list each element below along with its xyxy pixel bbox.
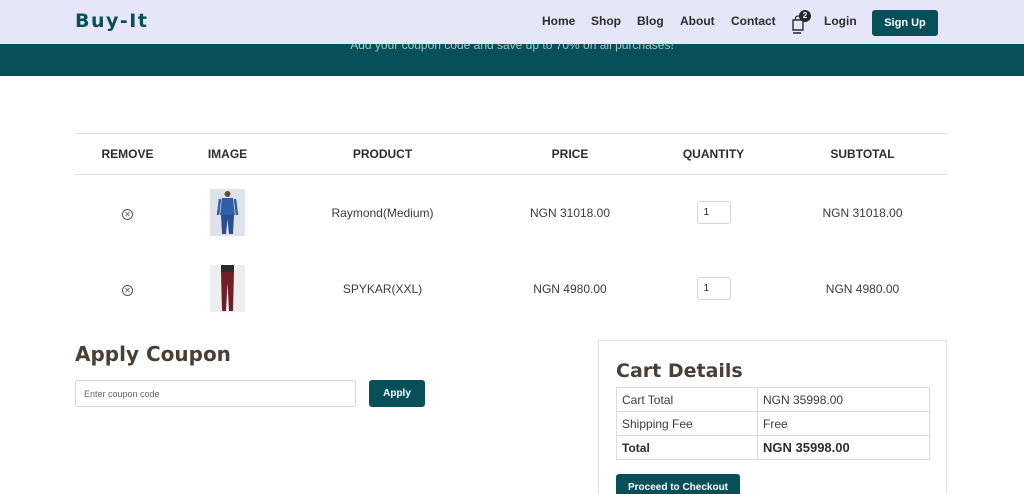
promo-banner: Add your coupon code and save up to 70% … (0, 44, 1024, 76)
product-image[interactable] (210, 265, 245, 312)
nav-link-blog[interactable]: Blog (637, 14, 664, 28)
nav-link-login[interactable]: Login (824, 14, 857, 28)
quantity-input[interactable] (696, 277, 731, 300)
nav-link-shop[interactable]: Shop (591, 14, 621, 28)
coupon-input[interactable] (75, 380, 356, 407)
header-subtotal: SUBTOTAL (777, 133, 948, 175)
cart-details-title: Cart Details (616, 360, 743, 382)
maroon-trousers-model-image (210, 265, 245, 312)
table-row: ✕ SPYKAR(XXL) NGN 4980.00 NGN 4980.00 (75, 251, 948, 327)
cart-details-table: Cart Total NGN 35998.00 Shipping Fee Fre… (616, 387, 930, 460)
product-name: Raymond(Medium) (331, 205, 434, 220)
product-subtotal: NGN 31018.00 (822, 205, 903, 220)
header-quantity: QUANTITY (650, 133, 777, 175)
nav-link-contact[interactable]: Contact (731, 14, 776, 28)
cart-total-value: NGN 35998.00 (757, 387, 930, 412)
apply-coupon-button[interactable]: Apply (369, 380, 425, 407)
circle-x-icon[interactable]: ✕ (122, 284, 133, 296)
nav-link-home[interactable]: Home (542, 14, 575, 28)
shipping-fee-row: Shipping Fee Free (616, 411, 930, 436)
remove-cell: ✕ (75, 175, 180, 251)
coupon-title: Apply Coupon (75, 342, 231, 366)
navbar: Buy-It Home Shop Blog About Contact 2 Lo… (0, 0, 1024, 44)
header-image: IMAGE (180, 133, 275, 175)
header-price: PRICE (490, 133, 650, 175)
image-cell (180, 175, 275, 251)
brand-logo[interactable]: Buy-It (75, 10, 148, 32)
shipping-fee-label: Shipping Fee (616, 411, 758, 436)
shipping-fee-value: Free (757, 411, 930, 436)
cart-details-panel: Cart Details Cart Total NGN 35998.00 Shi… (598, 340, 947, 494)
header-remove: REMOVE (75, 133, 180, 175)
circle-x-icon[interactable]: ✕ (122, 208, 133, 220)
product-price: NGN 4980.00 (533, 281, 607, 296)
promo-banner-text: Add your coupon code and save up to 70% … (350, 44, 674, 52)
cart-table-header: REMOVE IMAGE PRODUCT PRICE QUANTITY SUBT… (75, 133, 948, 175)
signup-button[interactable]: Sign Up (872, 10, 938, 36)
product-name: SPYKAR(XXL) (342, 281, 423, 296)
cart-button[interactable]: 2 (791, 10, 811, 34)
remove-cell: ✕ (75, 251, 180, 327)
cart-total-label: Cart Total (616, 387, 758, 412)
product-image[interactable] (210, 189, 245, 237)
header-product: PRODUCT (275, 133, 490, 175)
nav-link-about[interactable]: About (680, 14, 715, 28)
product-subtotal: NGN 4980.00 (825, 281, 900, 296)
quantity-cell (650, 175, 777, 251)
cart-count-badge: 2 (799, 10, 811, 22)
table-row: ✕ Raymond(Medium) NGN 31018.00 NG (75, 175, 948, 251)
cart-table: REMOVE IMAGE PRODUCT PRICE QUANTITY SUBT… (75, 133, 948, 327)
grand-total-row: Total NGN 35998.00 (616, 435, 930, 460)
image-cell (180, 251, 275, 327)
quantity-input[interactable] (696, 201, 731, 225)
grand-total-label: Total (616, 435, 758, 460)
quantity-cell (650, 251, 777, 327)
blue-suit-model-image (210, 189, 245, 237)
grand-total-value: NGN 35998.00 (757, 435, 930, 460)
proceed-to-checkout-button[interactable]: Proceed to Checkout (616, 474, 740, 494)
cart-total-row: Cart Total NGN 35998.00 (616, 387, 930, 412)
product-price: NGN 31018.00 (529, 205, 611, 220)
